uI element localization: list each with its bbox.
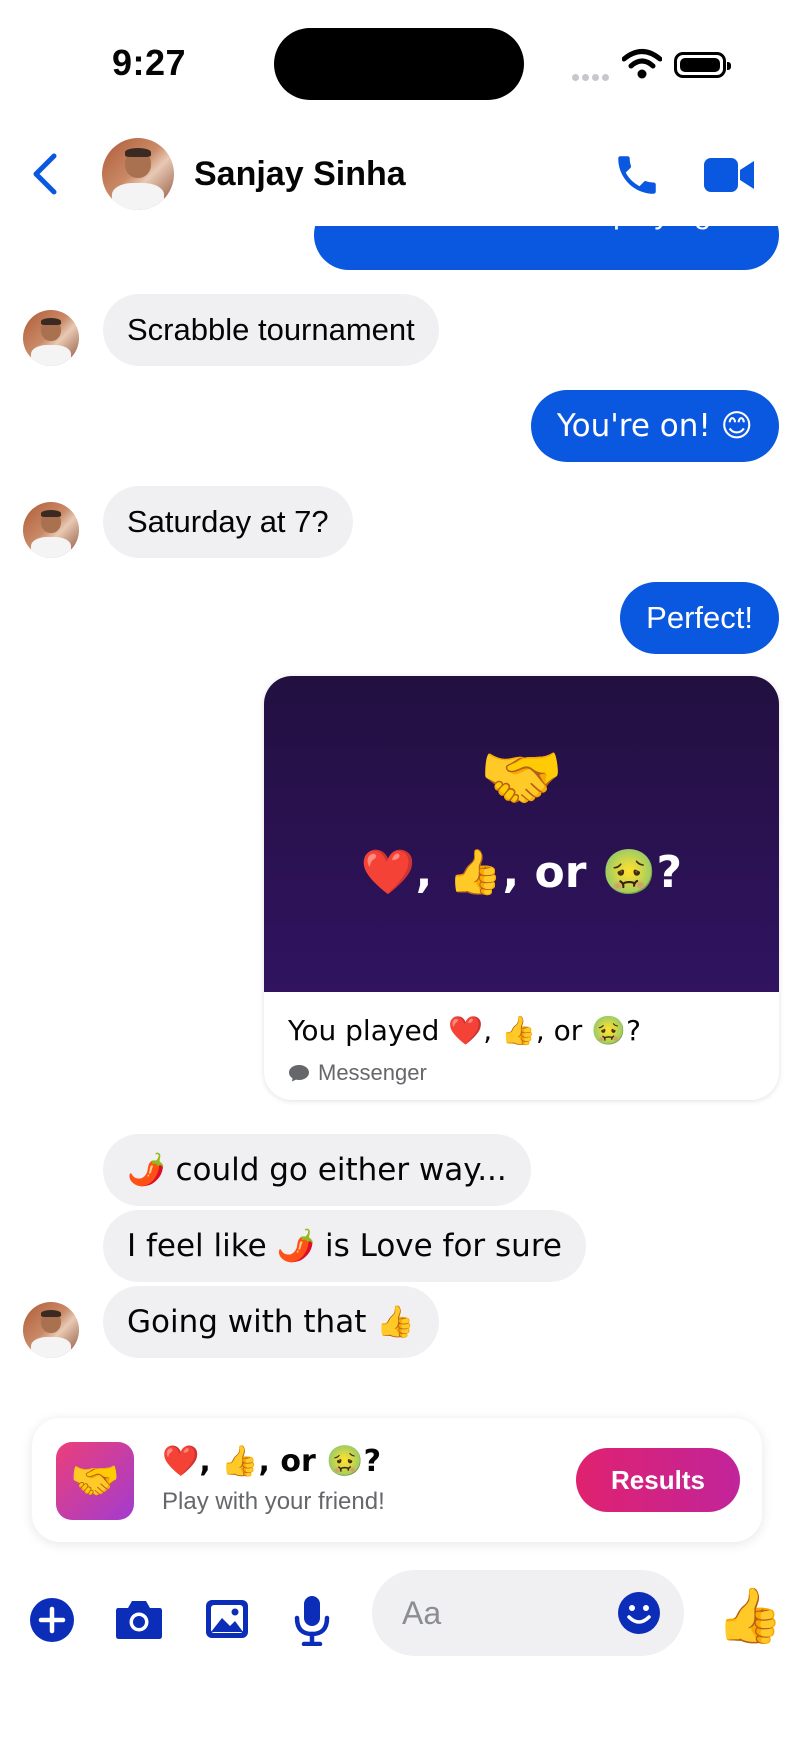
message-text: I'm in! What are we playing? — [340, 195, 729, 230]
microphone-icon[interactable] — [292, 1594, 340, 1647]
contact-avatar[interactable] — [102, 138, 174, 210]
game-icon[interactable]: 🤝 — [56, 1442, 134, 1520]
back-chevron-icon[interactable] — [30, 152, 60, 196]
message-bubble-outgoing[interactable]: I'm in! What are we playing? — [314, 226, 779, 270]
game-banner-subtitle: Play with your friend! — [162, 1488, 385, 1515]
battery-icon — [674, 52, 731, 78]
message-bubble-outgoing[interactable]: Perfect! — [620, 582, 779, 654]
game-result-card[interactable]: 🤝 ❤️, 👍, or 🤢? You played ❤️, 👍, or 🤢? M… — [264, 676, 779, 1100]
sender-avatar[interactable] — [23, 1302, 79, 1358]
message-text: Going with that 👍 — [127, 1304, 415, 1340]
contact-name[interactable]: Sanjay Sinha — [194, 155, 406, 194]
message-text: Scrabble tournament — [127, 312, 415, 347]
like-thumbs-up-icon[interactable]: 👍 — [716, 1584, 783, 1648]
messenger-chat-icon — [288, 1062, 310, 1082]
game-card-source-label: Messenger — [318, 1060, 427, 1085]
wifi-icon — [621, 48, 663, 80]
message-text: 🌶️ could go either way... — [127, 1152, 507, 1188]
photo-gallery-icon[interactable] — [204, 1598, 252, 1646]
dynamic-island — [274, 28, 524, 100]
message-bubble-incoming[interactable]: Scrabble tournament — [103, 294, 439, 366]
phone-call-icon[interactable] — [612, 150, 662, 200]
game-card-hero: 🤝 ❤️, 👍, or 🤢? — [264, 676, 779, 992]
message-text: You're on! 😊 — [556, 408, 753, 444]
message-bubble-incoming[interactable]: Going with that 👍 — [103, 1286, 439, 1358]
status-time: 9:27 — [112, 42, 187, 83]
message-text: I feel like 🌶️ is Love for sure — [127, 1228, 562, 1264]
message-bubble-incoming[interactable]: I feel like 🌶️ is Love for sure — [103, 1210, 586, 1282]
message-text: Saturday at 7? — [127, 504, 329, 539]
game-card-source: Messenger — [288, 1060, 427, 1086]
sender-avatar[interactable] — [23, 502, 79, 558]
signal-icon — [572, 68, 612, 81]
video-call-icon[interactable] — [702, 154, 756, 196]
message-bubble-outgoing[interactable]: You're on! 😊 — [530, 390, 779, 462]
emoji-smiley-icon[interactable] — [616, 1590, 662, 1636]
message-bubble-incoming[interactable]: 🌶️ could go either way... — [103, 1134, 531, 1206]
game-card-question: ❤️, 👍, or 🤢? — [360, 847, 683, 898]
message-input[interactable]: Aa — [372, 1570, 684, 1656]
message-text: Perfect! — [646, 600, 753, 635]
game-card-title: You played ❤️, 👍, or 🤢? — [288, 1014, 641, 1047]
camera-icon[interactable] — [114, 1596, 162, 1644]
results-button[interactable]: Results — [576, 1448, 740, 1512]
message-input-placeholder: Aa — [402, 1595, 442, 1631]
plus-icon[interactable] — [28, 1596, 76, 1644]
game-banner: 🤝 ❤️, 👍, or 🤢? Play with your friend! Re… — [32, 1418, 762, 1542]
message-bubble-incoming[interactable]: Saturday at 7? — [103, 486, 353, 558]
handshake-icon: 🤝 — [479, 739, 564, 818]
game-banner-title: ❤️, 👍, or 🤢? — [162, 1444, 381, 1479]
sender-avatar[interactable] — [23, 310, 79, 366]
